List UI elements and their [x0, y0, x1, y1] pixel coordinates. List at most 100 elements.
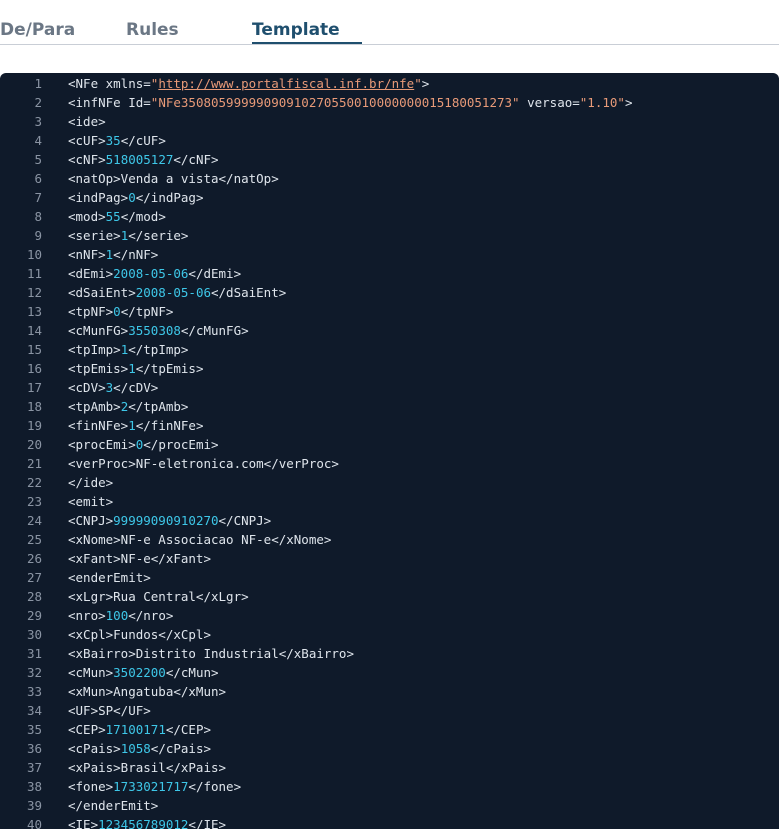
line-number: 18 — [26, 399, 42, 414]
code-token: </mod> — [120, 209, 166, 224]
code-text: <fone>1733021717</fone> — [68, 777, 241, 796]
code-token: </tpEmis> — [135, 361, 204, 376]
code-line: 34 <UF>SP</UF> — [0, 701, 779, 720]
code-token: <procEmi> — [68, 437, 136, 452]
code-token: versao= — [519, 95, 580, 110]
code-line: 40 <IE>123456789012</IE> — [0, 815, 779, 829]
line-number: 2 — [34, 95, 42, 110]
code-line: 28 <xLgr>Rua Central</xLgr> — [0, 587, 779, 606]
line-number: 17 — [26, 380, 42, 395]
line-number: 34 — [26, 703, 42, 718]
code-line: 24 <CNPJ>99999090910270</CNPJ> — [0, 511, 779, 530]
code-line: 3 <ide> — [0, 112, 779, 131]
line-number: 28 — [26, 589, 42, 604]
code-token: <cNF> — [68, 152, 106, 167]
line-number: 6 — [34, 171, 42, 186]
code-token: <cUF> — [68, 133, 106, 148]
code-text: <xLgr>Rua Central</xLgr> — [68, 587, 249, 606]
line-number: 8 — [34, 209, 42, 224]
code-line: 36 <cPais>1058</cPais> — [0, 739, 779, 758]
code-token: > — [624, 95, 633, 110]
line-number: 23 — [26, 494, 42, 509]
code-text: <cMun>3502200</cMun> — [68, 663, 219, 682]
code-token-highlighted: 1058 — [120, 741, 151, 756]
code-text: <cNF>518005127</cNF> — [68, 150, 219, 169]
code-line: 26 <xFant>NF-e</xFant> — [0, 549, 779, 568]
code-token: <CEP> — [68, 722, 106, 737]
code-token: </tpNF> — [120, 304, 174, 319]
code-text: <infNFe Id="NFe3508059999909091027055001… — [68, 93, 632, 112]
code-token: <tpEmis> — [68, 361, 129, 376]
code-text: <cDV>3</cDV> — [68, 378, 158, 397]
line-number: 7 — [34, 190, 42, 205]
code-token: </dEmi> — [188, 266, 242, 281]
code-token-highlighted: 2008-05-06 — [135, 285, 211, 300]
line-number: 15 — [26, 342, 42, 357]
code-line: 32 <cMun>3502200</cMun> — [0, 663, 779, 682]
tab-template[interactable]: Template — [252, 19, 340, 41]
code-text: <xNome>NF-e Associacao NF-e</xNome> — [68, 530, 331, 549]
code-token: <enderEmit> — [68, 570, 151, 585]
code-line: 30 <xCpl>Fundos</xCpl> — [0, 625, 779, 644]
code-text: </enderEmit> — [68, 796, 158, 815]
line-number: 5 — [34, 152, 42, 167]
line-number: 4 — [34, 133, 42, 148]
code-token: <xFant>NF-e</xFant> — [68, 551, 211, 566]
code-token: <CNPJ> — [68, 513, 114, 528]
code-text: <tpAmb>2</tpAmb> — [68, 397, 188, 416]
code-token: </dSaiEnt> — [211, 285, 287, 300]
code-text: <xPais>Brasil</xPais> — [68, 758, 226, 777]
line-number: 31 — [26, 646, 42, 661]
line-number: 10 — [26, 247, 42, 262]
code-line: 27 <enderEmit> — [0, 568, 779, 587]
code-text: </ide> — [68, 473, 113, 492]
code-text: <CEP>17100171</CEP> — [68, 720, 211, 739]
tab-rules[interactable]: Rules — [126, 19, 179, 41]
code-line: 15 <tpImp>1</tpImp> — [0, 340, 779, 359]
tab-de-para[interactable]: De/Para — [0, 19, 75, 41]
code-line: 37 <xPais>Brasil</xPais> — [0, 758, 779, 777]
code-token: <tpNF> — [68, 304, 114, 319]
code-text: <mod>55</mod> — [68, 207, 166, 226]
line-number: 19 — [26, 418, 42, 433]
line-number: 29 — [26, 608, 42, 623]
code-token-highlighted: 1 — [128, 418, 136, 433]
line-number: 12 — [26, 285, 42, 300]
code-token: <infNFe Id= — [68, 95, 151, 110]
code-token-highlighted: 55 — [105, 209, 121, 224]
code-line: 9 <serie>1</serie> — [0, 226, 779, 245]
code-text: <natOp>Venda a vista</natOp> — [68, 169, 279, 188]
code-text: <procEmi>0</procEmi> — [68, 435, 219, 454]
line-number: 32 — [26, 665, 42, 680]
code-text: <xFant>NF-e</xFant> — [68, 549, 211, 568]
code-token: </nro> — [128, 608, 174, 623]
code-token: </cPais> — [150, 741, 212, 756]
code-text: <dEmi>2008-05-06</dEmi> — [68, 264, 241, 283]
code-token: <xPais>Brasil</xPais> — [68, 760, 227, 775]
code-text: <enderEmit> — [68, 568, 151, 587]
code-token: </cMunFG> — [180, 323, 249, 338]
code-token: </tpAmb> — [128, 399, 189, 414]
code-token: <nNF> — [68, 247, 106, 262]
code-token: </fone> — [188, 779, 242, 794]
code-line: 10 <nNF>1</nNF> — [0, 245, 779, 264]
code-line: 39 </enderEmit> — [0, 796, 779, 815]
code-token: <tpImp> — [68, 342, 121, 357]
code-token: </cDV> — [113, 380, 159, 395]
code-token-highlighted: 17100171 — [105, 722, 166, 737]
code-editor[interactable]: 1 <NFe xmlns= "http://www.portalfiscal.inf… — [0, 73, 779, 829]
line-number: 13 — [26, 304, 42, 319]
code-line: 1 <NFe xmlns= "http://www.portalfiscal.inf… — [0, 74, 779, 93]
code-token: <xLgr>Rua Central</xLgr> — [68, 589, 249, 604]
code-line: 2 <infNFe Id="NFe350805999990909102705500… — [0, 93, 779, 112]
code-line: 13 <tpNF>0</tpNF> — [0, 302, 779, 321]
code-token: <NFe xmlns= — [68, 76, 151, 91]
code-text: <tpNF>0</tpNF> — [68, 302, 173, 321]
code-token-highlighted: 99999090910270 — [113, 513, 219, 528]
code-text: <dSaiEnt>2008-05-06</dSaiEnt> — [68, 283, 286, 302]
code-line: 31 <xBairro>Distrito Industrial</xBairro> — [0, 644, 779, 663]
code-line: 25 <xNome>NF-e Associacao NF-e</xNome> — [0, 530, 779, 549]
code-text: <finNFe>1</finNFe> — [68, 416, 203, 435]
code-token: </indPag> — [135, 190, 204, 205]
code-line: 23 <emit> — [0, 492, 779, 511]
